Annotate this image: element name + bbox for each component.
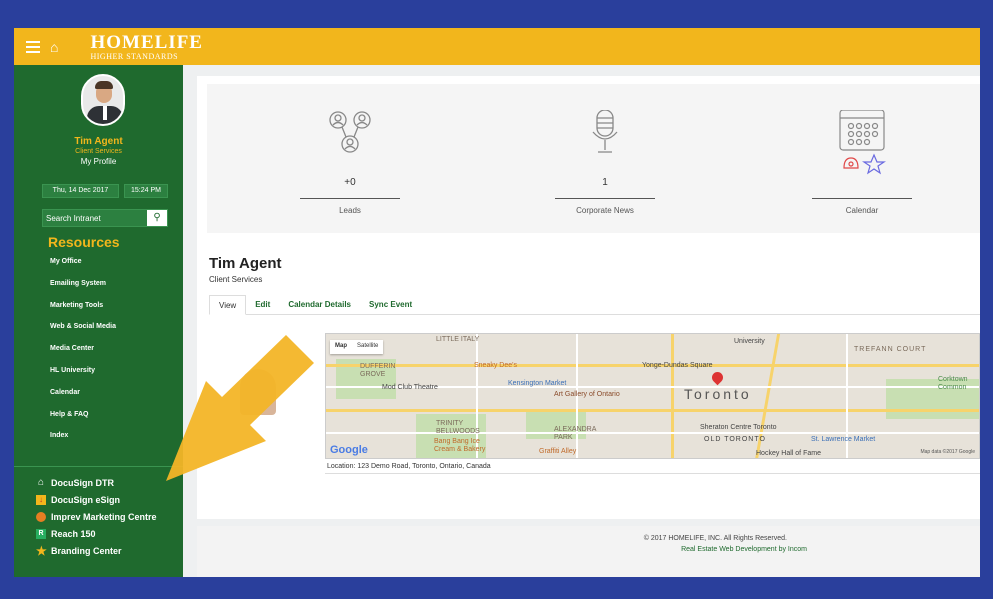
link-reach-150[interactable]: R Reach 150 <box>36 525 157 542</box>
map-city-label: Toronto <box>684 386 752 402</box>
link-label: DocuSign eSign <box>51 494 121 505</box>
tab-sync-event[interactable]: Sync Event <box>360 295 421 314</box>
resources-heading: Resources <box>48 234 120 250</box>
news-label[interactable]: Corporate News <box>555 206 655 215</box>
main-content: +0 Leads 1 Corporate News Calendar Tim A… <box>197 76 980 519</box>
tab-edit[interactable]: Edit <box>246 295 279 314</box>
imprev-icon <box>36 511 46 522</box>
map-label: TRINITY BELLWOODS <box>436 420 480 435</box>
map-type-satellite[interactable]: Satellite <box>352 340 383 354</box>
map-poi: St. Lawrence Market <box>811 436 876 443</box>
link-label: Imprev Marketing Centre <box>51 511 157 522</box>
tab-view[interactable]: View <box>209 295 247 315</box>
map-poi: Graffiti Alley <box>539 448 577 455</box>
google-logo: Google <box>330 444 368 456</box>
my-profile-link[interactable]: My Profile <box>14 157 183 166</box>
profile-tabs: View Edit Calendar Details Sync Event <box>209 295 980 315</box>
link-imprev-marketing-centre[interactable]: Imprev Marketing Centre <box>36 508 157 525</box>
map-type-map[interactable]: Map <box>330 340 352 354</box>
brand-name: HOMELIFE <box>90 31 203 53</box>
time-display: 15:24 PM <box>124 184 168 198</box>
map-poi: Bang Bang Ice Cream & Bakery <box>434 438 486 453</box>
map-road <box>326 409 979 412</box>
leads-label[interactable]: Leads <box>300 206 400 215</box>
map-poi: Art Gallery of Ontario <box>554 391 620 398</box>
stats-panel: +0 Leads 1 Corporate News Calendar <box>207 84 980 233</box>
leads-count: +0 <box>344 177 356 188</box>
page-title: Tim Agent <box>209 255 282 272</box>
map-street <box>326 432 979 434</box>
map-label: Sheraton Centre Toronto <box>700 424 777 431</box>
stat-divider <box>555 198 655 199</box>
map-label: Yonge-Dundas Square <box>642 362 713 369</box>
app-window: ⌂ HOMELIFE HIGHER STANDARDS Tim Agent Cl… <box>14 28 980 577</box>
footer-copyright: © 2017 HOMELIFE, INC. All Rights Reserve… <box>643 535 787 542</box>
date-display: Thu, 14 Dec 2017 <box>42 184 119 198</box>
map-label: University <box>734 338 765 345</box>
sidebar-item-index[interactable]: Index <box>50 432 116 454</box>
footer-credit-link[interactable]: Real Estate Web Development by Incom <box>197 546 807 553</box>
link-branding-center[interactable]: ★ Branding Center <box>36 542 157 559</box>
microphone-icon <box>592 110 618 153</box>
map-label: DUFFERIN GROVE <box>360 363 396 378</box>
map-pin-icon[interactable] <box>709 369 726 386</box>
reach-icon: R <box>36 528 46 539</box>
map-poi: Kensington Market <box>508 380 567 387</box>
user-name: Tim Agent <box>74 136 123 147</box>
tab-calendar-details[interactable]: Calendar Details <box>279 295 360 314</box>
page-subtitle: Client Services <box>209 275 263 284</box>
search-box: ⚲ <box>42 209 168 227</box>
external-links: ⌂ DocuSign DTR ↓ DocuSign eSign Imprev M… <box>36 474 157 559</box>
stat-divider <box>300 198 400 199</box>
map-label: Mod Club Theatre <box>382 384 438 391</box>
house-outline-icon: ⌂ <box>37 476 45 488</box>
search-icon[interactable]: ⚲ <box>147 210 167 226</box>
sidebar: Tim Agent Client Services My Profile Thu… <box>14 65 183 577</box>
sidebar-item-web-social-media[interactable]: Web & Social Media <box>50 323 116 345</box>
hamburger-icon[interactable] <box>26 40 40 53</box>
sidebar-item-emailing-system[interactable]: Emailing System <box>50 280 116 302</box>
sidebar-item-marketing-tools[interactable]: Marketing Tools <box>50 302 116 324</box>
map-poi: Corktown Common <box>938 376 968 391</box>
docusign-icon: ↓ <box>36 494 46 505</box>
link-label: Branding Center <box>51 545 122 556</box>
link-label: Reach 150 <box>51 528 96 539</box>
map-label: TREFANN COURT <box>854 346 927 353</box>
star-icon: ★ <box>36 543 47 558</box>
brand-tagline: HIGHER STANDARDS <box>90 51 179 61</box>
home-icon[interactable]: ⌂ <box>50 39 58 55</box>
footer: © 2017 HOMELIFE, INC. All Rights Reserve… <box>197 526 980 577</box>
search-input[interactable] <box>43 210 145 226</box>
map-label: Hockey Hall of Fame <box>756 450 821 457</box>
stat-divider <box>812 198 912 199</box>
user-role: Client Services <box>75 148 122 155</box>
sidebar-item-media-center[interactable]: Media Center <box>50 345 116 367</box>
news-count: 1 <box>602 177 608 188</box>
sidebar-item-hl-university[interactable]: HL University <box>50 367 116 389</box>
resources-nav: My Office Emailing System Marketing Tool… <box>50 258 116 454</box>
location-text: Location: 123 Demo Road, Toronto, Ontari… <box>325 460 980 474</box>
sidebar-divider <box>14 466 183 467</box>
map-copyright: Map data ©2017 Google <box>920 449 975 455</box>
map-type-toggle: Map Satellite <box>330 340 384 354</box>
map-poi: Sneaky Dee's <box>474 362 517 369</box>
map-label: OLD TORONTO <box>704 436 766 443</box>
top-bar: ⌂ HOMELIFE HIGHER STANDARDS <box>14 28 980 65</box>
brand-logo[interactable]: HOMELIFE HIGHER STANDARDS <box>90 33 203 61</box>
profile-photo <box>240 369 276 415</box>
map-road <box>671 334 674 458</box>
link-docusign-dtr[interactable]: ⌂ DocuSign DTR <box>36 474 157 491</box>
sidebar-item-calendar[interactable]: Calendar <box>50 389 116 411</box>
people-icon <box>329 111 371 153</box>
map-label: ALEXANDRA PARK <box>554 426 597 441</box>
calendar-icon <box>839 110 886 175</box>
link-docusign-esign[interactable]: ↓ DocuSign eSign <box>36 491 157 508</box>
map-label: LITTLE ITALY <box>436 336 480 343</box>
calendar-label[interactable]: Calendar <box>812 206 912 215</box>
sidebar-item-help-faq[interactable]: Help & FAQ <box>50 411 116 433</box>
location-map[interactable]: Map Satellite LITTLE ITALY DUFFERIN GROV… <box>325 333 980 459</box>
link-label: DocuSign DTR <box>51 477 114 488</box>
sidebar-item-my-office[interactable]: My Office <box>50 258 116 280</box>
avatar[interactable] <box>81 74 125 126</box>
